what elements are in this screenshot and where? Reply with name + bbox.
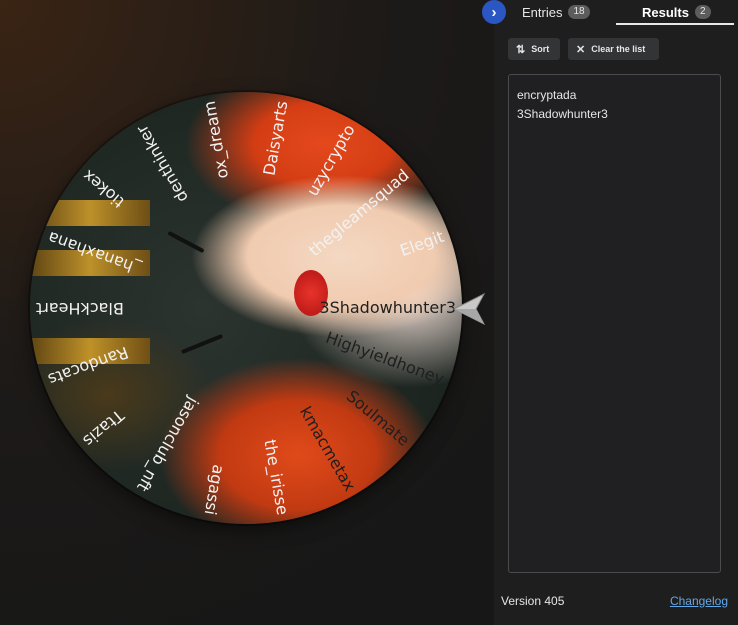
spin-wheel[interactable]: 3Shadowhunter3 Highyieldhoney Soulmate k… xyxy=(30,92,462,524)
results-textarea[interactable]: encryptada 3Shadowhunter3 xyxy=(508,74,721,573)
sort-icon: ⇅ xyxy=(516,43,526,56)
result-item: encryptada xyxy=(517,88,577,102)
tab-entries[interactable]: Entries 18 xyxy=(522,0,590,24)
wheel-area: 3Shadowhunter3 Highyieldhoney Soulmate k… xyxy=(0,0,494,625)
active-tab-indicator xyxy=(616,23,734,25)
pointer-arrow-icon xyxy=(452,292,486,326)
entries-count-badge: 18 xyxy=(568,5,590,19)
close-icon: ✕ xyxy=(576,43,586,56)
sort-label: Sort xyxy=(531,44,550,54)
footer: Version 405 Changelog xyxy=(494,594,738,614)
tab-bar: Entries 18 Results 2 xyxy=(494,0,738,26)
tab-results-label: Results xyxy=(642,4,689,20)
tab-entries-label: Entries xyxy=(522,4,563,20)
sort-button[interactable]: ⇅ Sort xyxy=(508,38,560,60)
tab-results[interactable]: Results 2 xyxy=(642,0,711,24)
clear-list-button[interactable]: ✕ Clear the list xyxy=(568,38,659,60)
version-text: Version 405 xyxy=(501,594,565,608)
results-count-badge: 2 xyxy=(694,5,711,19)
result-item: 3Shadowhunter3 xyxy=(517,107,608,121)
side-panel: Entries 18 Results 2 ⇅ Sort ✕ Clear the … xyxy=(494,0,738,625)
chevron-right-icon[interactable]: › xyxy=(482,0,506,24)
clear-label: Clear the list xyxy=(591,44,646,54)
changelog-link[interactable]: Changelog xyxy=(670,594,728,608)
